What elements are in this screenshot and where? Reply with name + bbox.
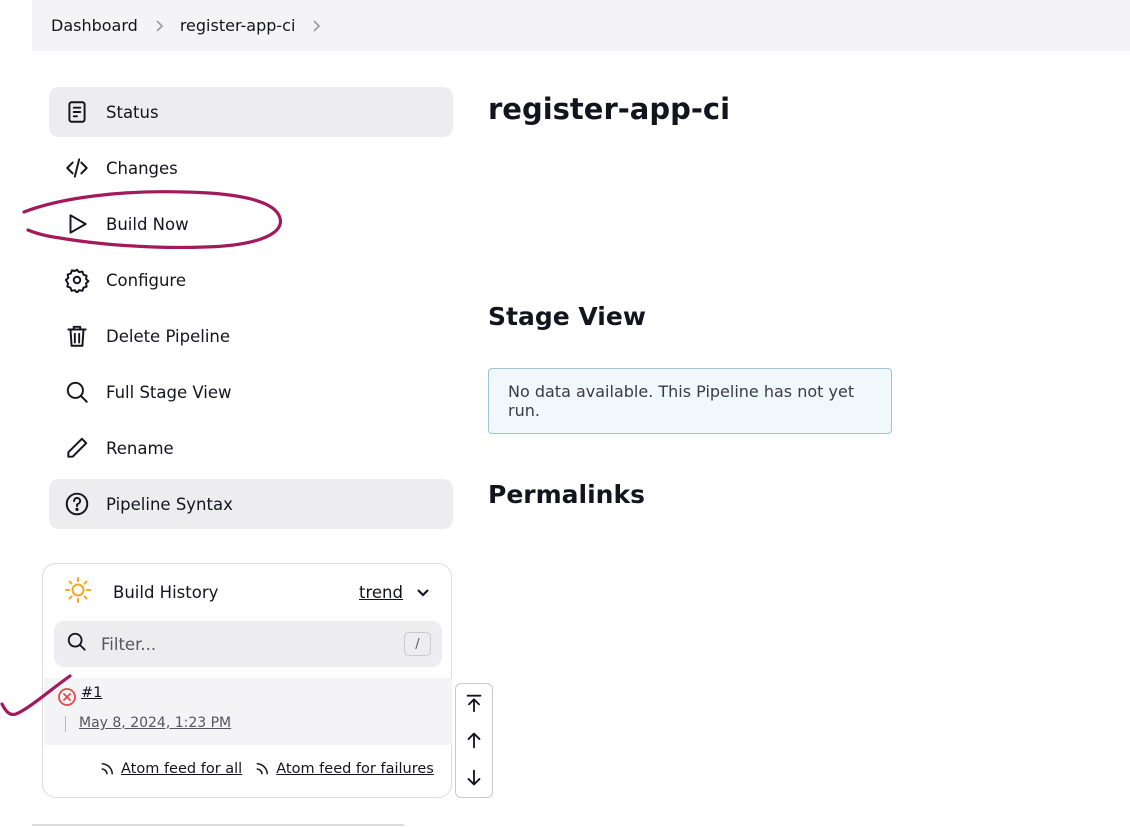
atom-feeds: Atom feed for all Atom feed for failures	[98, 760, 445, 778]
pencil-icon	[63, 434, 91, 462]
chevron-right-icon	[151, 18, 167, 34]
chevron-right-icon[interactable]	[308, 18, 324, 34]
breadcrumb-register-app-ci[interactable]: register-app-ci	[180, 16, 296, 35]
atom-feed-all-link[interactable]: Atom feed for all	[98, 760, 242, 778]
sidebar-item-label: Pipeline Syntax	[106, 494, 233, 514]
document-icon	[63, 98, 91, 126]
scroll-top-icon[interactable]	[459, 688, 489, 718]
build-date-link[interactable]: May 8, 2024, 1:23 PM	[79, 715, 231, 731]
trend-link[interactable]: trend	[359, 583, 403, 602]
arrow-up-icon[interactable]	[459, 725, 489, 755]
failed-status-icon	[57, 687, 77, 707]
trash-icon	[63, 322, 91, 350]
build-history-title: Build History	[113, 582, 219, 602]
sidebar-item-full-stage-view[interactable]: Full Stage View	[49, 367, 453, 417]
stage-view-empty-message: No data available. This Pipeline has not…	[488, 368, 892, 434]
filter-input[interactable]	[101, 634, 391, 654]
sidebar-item-label: Delete Pipeline	[106, 326, 231, 346]
build-row[interactable]: #1 May 8, 2024, 1:23 PM	[44, 678, 452, 745]
sidebar-item-pipeline-syntax[interactable]: Pipeline Syntax	[49, 479, 453, 529]
arrow-down-icon[interactable]	[459, 763, 489, 793]
search-icon	[66, 631, 88, 657]
divider	[65, 716, 66, 732]
sidebar-item-label: Changes	[106, 158, 178, 178]
filter-box: /	[54, 621, 442, 667]
sidebar-item-status[interactable]: Status	[49, 87, 453, 137]
sidebar-item-configure[interactable]: Configure	[49, 255, 453, 305]
sidebar-item-delete-pipeline[interactable]: Delete Pipeline	[49, 311, 453, 361]
play-icon	[63, 210, 91, 238]
breadcrumb: Dashboard register-app-ci	[32, 0, 1130, 51]
atom-feed-failures-label: Atom feed for failures	[276, 761, 434, 777]
divider	[32, 824, 404, 826]
build-history-header: Build History trend	[63, 575, 431, 609]
sidebar-item-build-now[interactable]: Build Now	[49, 199, 453, 249]
code-icon	[63, 154, 91, 182]
sidebar-item-label: Rename	[106, 438, 174, 458]
sidebar-item-label: Full Stage View	[106, 382, 232, 402]
gear-icon	[63, 266, 91, 294]
sidebar-item-label: Configure	[106, 270, 186, 290]
scroll-controls	[455, 683, 493, 798]
sun-icon	[63, 575, 93, 609]
page-title: register-app-ci	[488, 92, 731, 126]
rss-icon	[101, 763, 113, 775]
breadcrumb-dashboard[interactable]: Dashboard	[51, 16, 138, 35]
help-circle-icon	[63, 490, 91, 518]
sidebar-item-rename[interactable]: Rename	[49, 423, 453, 473]
build-history-card: Build History trend / #1 May 8, 2024, 1:…	[42, 563, 452, 798]
build-number-link[interactable]: #1	[81, 685, 102, 701]
keyboard-shortcut-badge: /	[404, 632, 431, 656]
rss-icon	[256, 763, 269, 775]
atom-feed-all-label: Atom feed for all	[121, 761, 243, 777]
permalinks-heading: Permalinks	[488, 480, 645, 509]
sidebar-item-label: Build Now	[106, 214, 189, 234]
sidebar-item-label: Status	[106, 102, 159, 122]
search-icon	[63, 378, 91, 406]
stage-view-heading: Stage View	[488, 302, 646, 331]
atom-feed-failures-link[interactable]: Atom feed for failures	[253, 760, 434, 778]
sidebar-item-changes[interactable]: Changes	[49, 143, 453, 193]
side-nav: Status Changes Build Now Configure Delet…	[49, 87, 453, 535]
chevron-down-icon[interactable]	[415, 584, 431, 600]
